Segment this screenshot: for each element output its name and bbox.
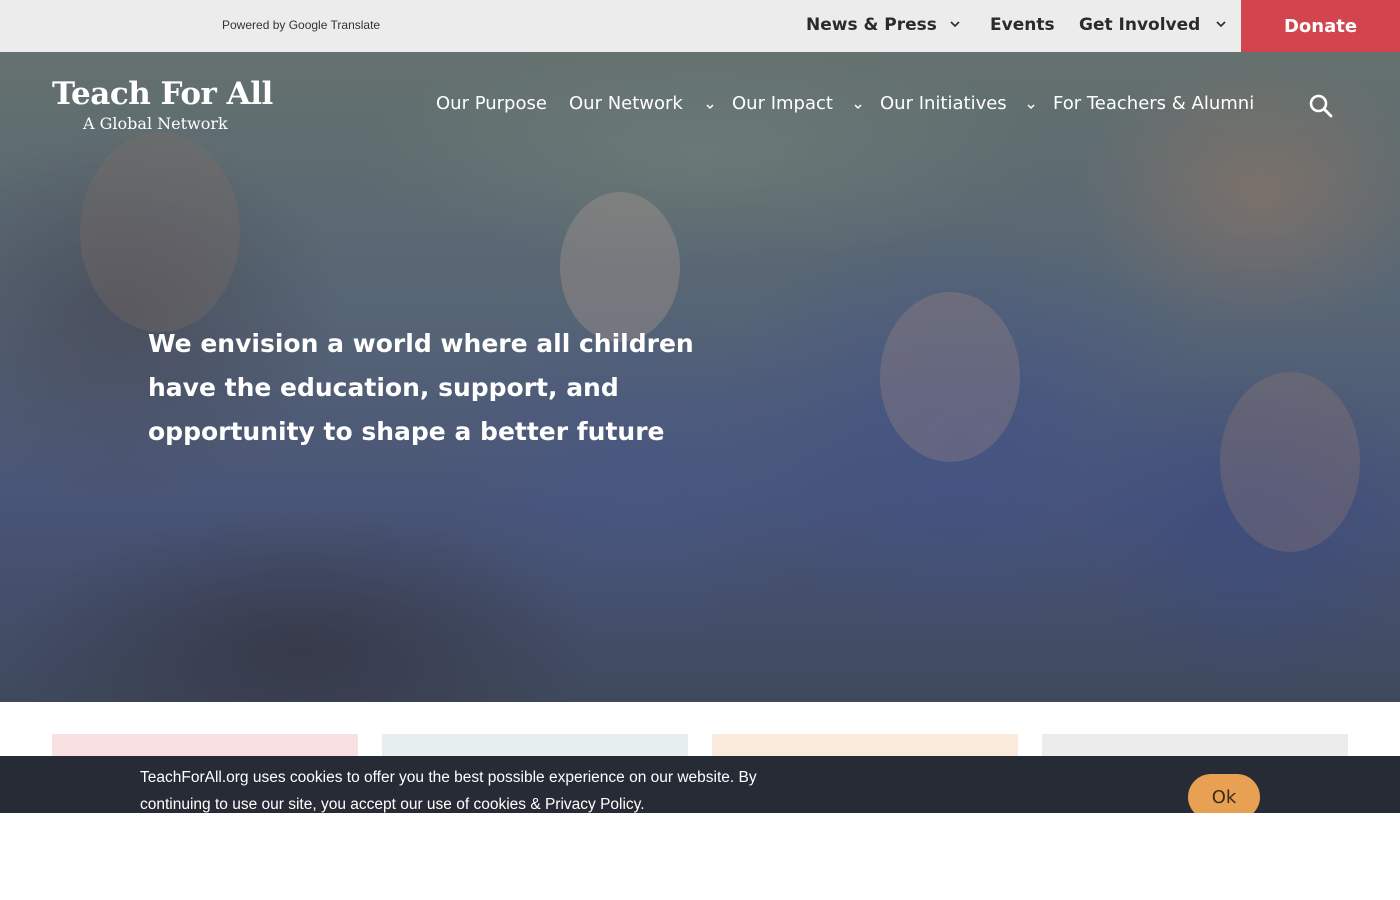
util-nav-events[interactable]: Events (990, 15, 1055, 35)
chevron-down-icon[interactable] (948, 14, 962, 34)
site-logo[interactable]: Teach For All A Global Network (52, 76, 273, 133)
util-nav-get-involved[interactable]: Get Involved (1079, 15, 1200, 35)
logo-subtitle: A Global Network (83, 114, 228, 133)
chevron-down-icon[interactable] (1214, 14, 1228, 34)
nav-our-network[interactable]: Our Network (569, 93, 683, 114)
util-nav-news-press[interactable]: News & Press (806, 15, 937, 35)
nav-our-purpose[interactable]: Our Purpose (436, 93, 547, 114)
chevron-down-icon[interactable] (852, 97, 864, 115)
chevron-down-icon[interactable] (1025, 97, 1037, 115)
cookie-message: TeachForAll.org uses cookies to offer yo… (140, 769, 757, 813)
chevron-down-icon[interactable] (704, 97, 716, 115)
powered-by-translate[interactable]: Powered by Google Translate (222, 18, 380, 32)
hero-photo-detail (1220, 372, 1360, 552)
hero-photo-detail (560, 192, 680, 342)
hero-photo-detail (880, 292, 1020, 462)
utility-bar: Powered by Google Translate News & Press… (0, 0, 1400, 52)
nav-for-teachers-alumni[interactable]: For Teachers & Alumni (1053, 93, 1254, 114)
nav-our-impact[interactable]: Our Impact (732, 93, 833, 114)
search-icon[interactable] (1308, 93, 1334, 119)
hero-photo-detail (80, 132, 240, 332)
hero-headline: We envision a world where all children h… (148, 329, 694, 446)
nav-our-initiatives[interactable]: Our Initiatives (880, 93, 1007, 114)
donate-button[interactable]: Donate (1241, 0, 1400, 52)
cookie-ok-button[interactable]: Ok (1188, 774, 1260, 813)
logo-title: Teach For All (52, 76, 273, 112)
